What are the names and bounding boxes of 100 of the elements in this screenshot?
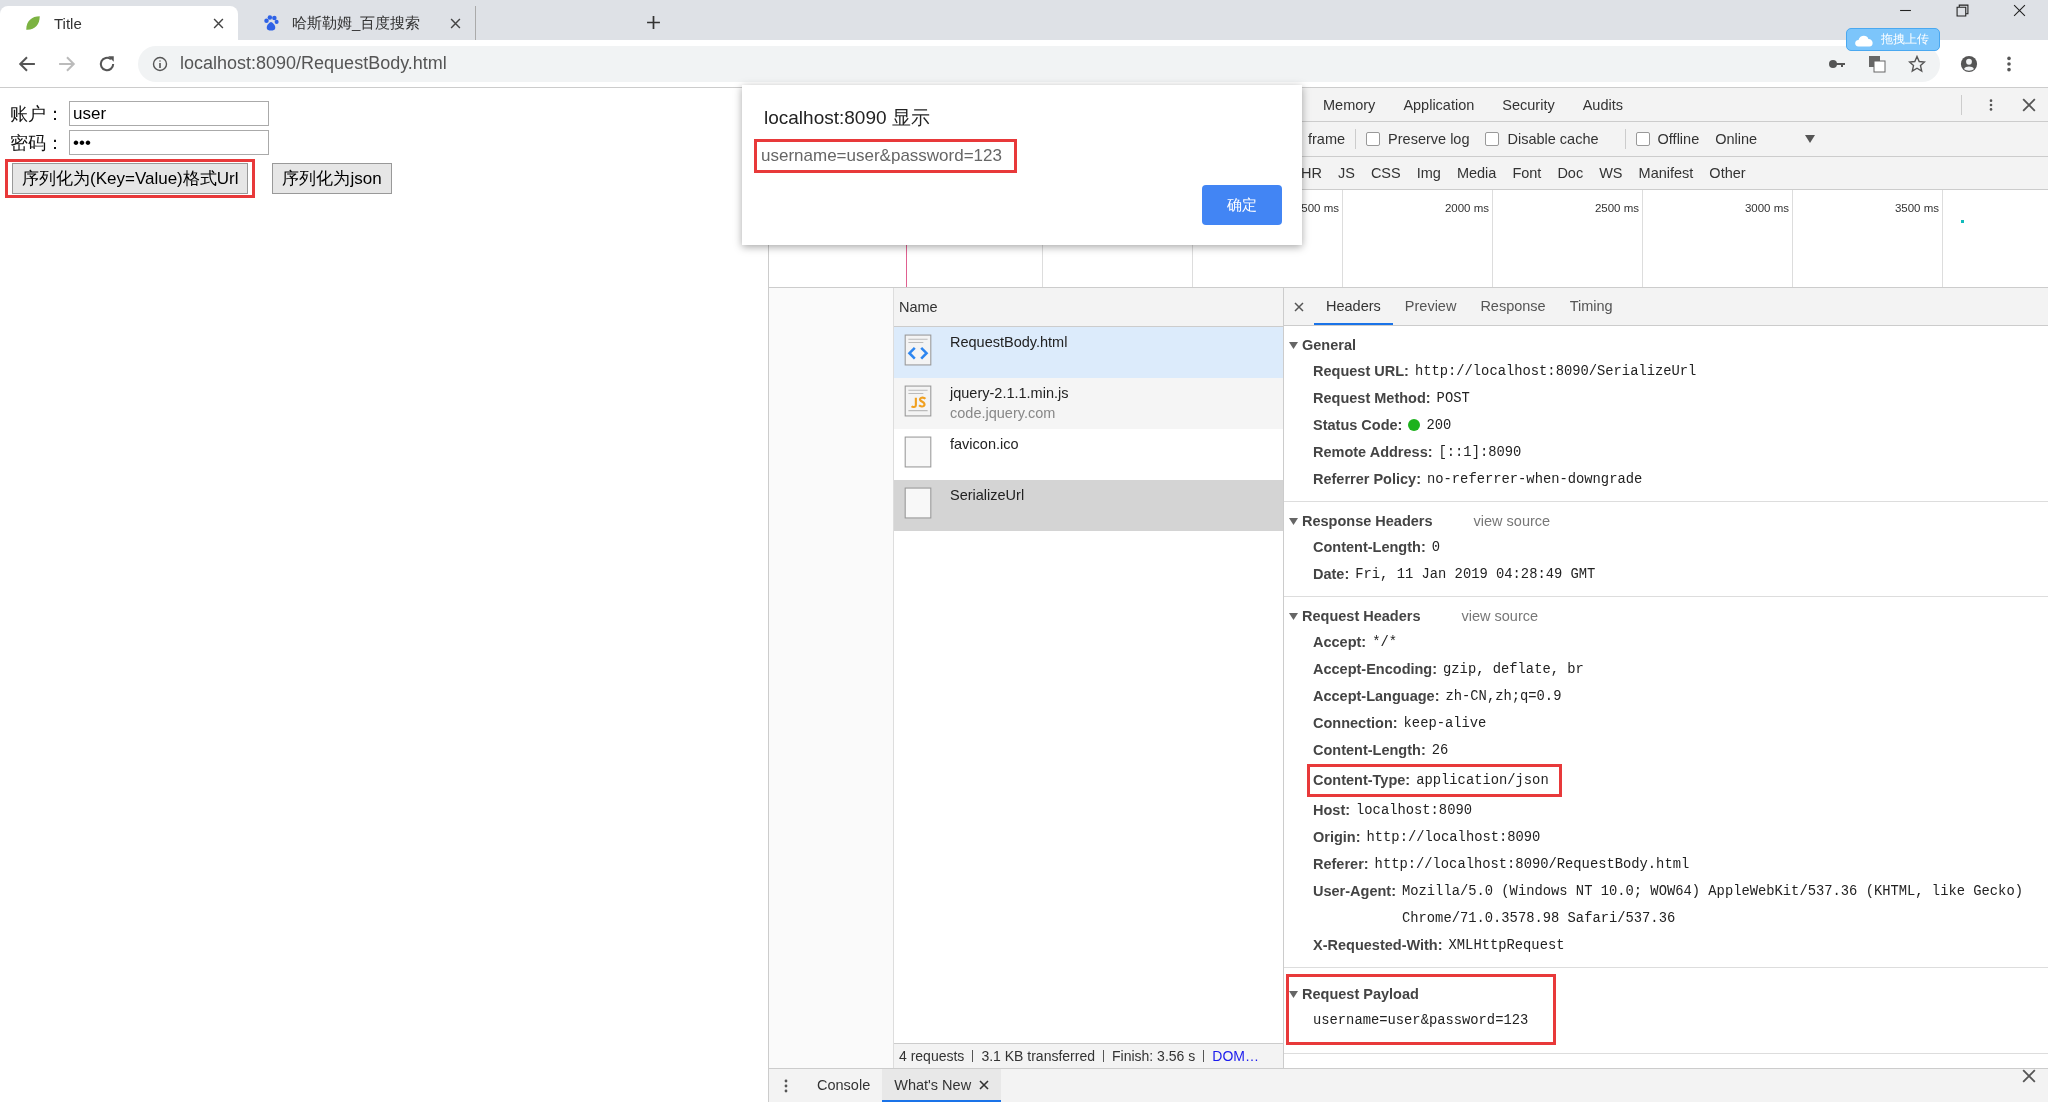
- section-title[interactable]: Request Payload: [1302, 986, 1419, 1002]
- header-value: gzip, deflate, br: [1443, 661, 1584, 679]
- disclosure-triangle-icon[interactable]: [1289, 340, 1298, 350]
- back-icon[interactable]: [18, 54, 36, 73]
- header-value: Fri, 11 Jan 2019 04:28:49 GMT: [1355, 566, 1596, 584]
- checkbox[interactable]: [1485, 132, 1500, 146]
- panel-tab[interactable]: Security: [1488, 96, 1569, 113]
- browser-tab[interactable]: Title: [0, 6, 238, 40]
- header-name: User-Agent:: [1313, 882, 1396, 901]
- translate-icon[interactable]: [1868, 54, 1886, 73]
- header-value: http://localhost:8090: [1366, 829, 1541, 847]
- field-label: 密码：: [10, 131, 65, 155]
- file-icon: [904, 436, 932, 468]
- summary-text: Finish: 3.56 s: [1112, 1048, 1196, 1064]
- filter-tab[interactable]: Other: [1703, 164, 1752, 182]
- header-value: application/json: [1416, 772, 1549, 790]
- throttling-dropdown[interactable]: Online: [1715, 131, 1816, 147]
- star-icon[interactable]: [1908, 54, 1926, 73]
- close-icon[interactable]: [450, 17, 461, 29]
- new-tab-icon[interactable]: [646, 15, 661, 30]
- close-icon[interactable]: [2022, 97, 2036, 112]
- header-name: Origin:: [1313, 828, 1361, 847]
- request-row[interactable]: jquery-2.1.1.min.js code.jquery.com: [894, 378, 1283, 429]
- filter-tab[interactable]: Manifest: [1632, 164, 1700, 182]
- header-value: username=user&password=123: [1313, 1012, 1529, 1030]
- filter-tab[interactable]: WS: [1593, 164, 1629, 182]
- disclosure-triangle-icon[interactable]: [1289, 611, 1298, 621]
- view-source-link[interactable]: view source: [1473, 513, 1551, 529]
- close-icon[interactable]: [2022, 1069, 2036, 1083]
- checkbox[interactable]: [1366, 132, 1381, 146]
- info-icon[interactable]: [152, 55, 168, 72]
- time-tick: 3000 ms: [1744, 202, 1789, 214]
- section-title[interactable]: Response Headers: [1302, 513, 1433, 529]
- dialog-message: username=user&password=123: [761, 146, 1002, 165]
- filter-tab[interactable]: Img: [1410, 164, 1447, 182]
- header-name: Accept-Encoding:: [1313, 660, 1438, 679]
- drawer-tab[interactable]: Console: [805, 1069, 883, 1102]
- checkbox[interactable]: [1635, 132, 1650, 146]
- input-field[interactable]: user: [69, 101, 269, 126]
- checkbox-label: Offline: [1657, 131, 1700, 147]
- extension-label: 拖拽上传: [1881, 31, 1929, 48]
- filter-tab[interactable]: CSS: [1364, 164, 1407, 182]
- browser-tab[interactable]: 哈斯勒姆_百度搜索: [238, 6, 476, 40]
- time-tick: 2500 ms: [1594, 202, 1639, 214]
- close-icon[interactable]: [213, 17, 224, 29]
- disclosure-triangle-icon[interactable]: [1289, 516, 1298, 526]
- panel-tab[interactable]: Audits: [1568, 96, 1637, 113]
- column-header[interactable]: Name: [899, 299, 938, 315]
- filter-tab[interactable]: JS: [1331, 164, 1361, 182]
- request-name: SerializeUrl: [950, 487, 1025, 503]
- script-file-icon: [904, 385, 932, 417]
- detail-tab[interactable]: Timing: [1557, 288, 1625, 325]
- section-title[interactable]: Request Headers: [1302, 608, 1421, 624]
- close-icon[interactable]: [1294, 301, 1304, 312]
- header-name: Content-Type:: [1313, 771, 1411, 790]
- header-value: 200: [1426, 417, 1452, 435]
- request-row[interactable]: RequestBody.html: [894, 327, 1283, 378]
- drawer-tab[interactable]: What's New: [882, 1069, 1002, 1102]
- more-icon[interactable]: [783, 1077, 789, 1094]
- header-value: keep-alive: [1403, 715, 1487, 733]
- header-value: 0: [1431, 539, 1441, 557]
- caret-icon: [1805, 135, 1816, 143]
- header-value: [::1]:8090: [1438, 444, 1522, 462]
- summary-link[interactable]: DOM…: [1212, 1048, 1259, 1064]
- request-row[interactable]: favicon.ico: [894, 429, 1283, 480]
- disclosure-triangle-icon[interactable]: [1289, 989, 1298, 999]
- file-icon: [904, 487, 932, 519]
- detail-tab[interactable]: Headers: [1314, 288, 1393, 325]
- section-title[interactable]: General: [1302, 337, 1356, 353]
- header-value: */*: [1372, 634, 1398, 652]
- request-row[interactable]: SerializeUrl: [894, 480, 1283, 531]
- panel-tab[interactable]: Memory: [1309, 96, 1390, 113]
- serialize-button[interactable]: 序列化为json: [272, 163, 392, 194]
- serialize-button[interactable]: 序列化为(Key=Value)格式Url: [12, 163, 249, 194]
- account-icon[interactable]: [1960, 54, 1978, 73]
- filter-tab[interactable]: Font: [1506, 164, 1548, 182]
- time-tick: 500 ms: [1301, 202, 1339, 214]
- close-icon[interactable]: [979, 1079, 990, 1090]
- toolbar-label[interactable]: frame: [1308, 131, 1346, 147]
- header-value: http://localhost:8090/RequestBody.html: [1374, 856, 1690, 874]
- paw-icon: [262, 14, 280, 32]
- request-name: jquery-2.1.1.min.js: [950, 385, 1069, 401]
- panel-tab[interactable]: Application: [1389, 96, 1489, 113]
- header-value: Mozilla/5.0 (Windows NT 10.0; WOW64) AppleWebKit/537.36 (KHTML, like Gecko) Chrome/71.0.3578.98 Safari/537.36: [1402, 883, 2024, 928]
- reload-icon[interactable]: [98, 54, 116, 73]
- input-field[interactable]: •••: [69, 130, 269, 155]
- detail-tab[interactable]: Preview: [1392, 288, 1469, 325]
- ok-button[interactable]: 确定: [1202, 185, 1282, 225]
- header-name: Referer:: [1313, 855, 1369, 874]
- request-name: RequestBody.html: [950, 334, 1068, 350]
- time-tick: 3500 ms: [1894, 202, 1939, 214]
- header-name: Connection:: [1313, 714, 1398, 733]
- detail-tab[interactable]: Response: [1468, 288, 1558, 325]
- close-icon[interactable]: [2013, 3, 2026, 17]
- filter-tab[interactable]: Media: [1450, 164, 1503, 182]
- view-source-link[interactable]: view source: [1461, 608, 1539, 624]
- restore-icon[interactable]: [1956, 3, 1969, 17]
- address-bar[interactable]: localhost:8090/RequestBody.html: [138, 45, 1940, 82]
- filter-tab[interactable]: Doc: [1551, 164, 1590, 182]
- header-name: X-Requested-With:: [1313, 936, 1443, 955]
